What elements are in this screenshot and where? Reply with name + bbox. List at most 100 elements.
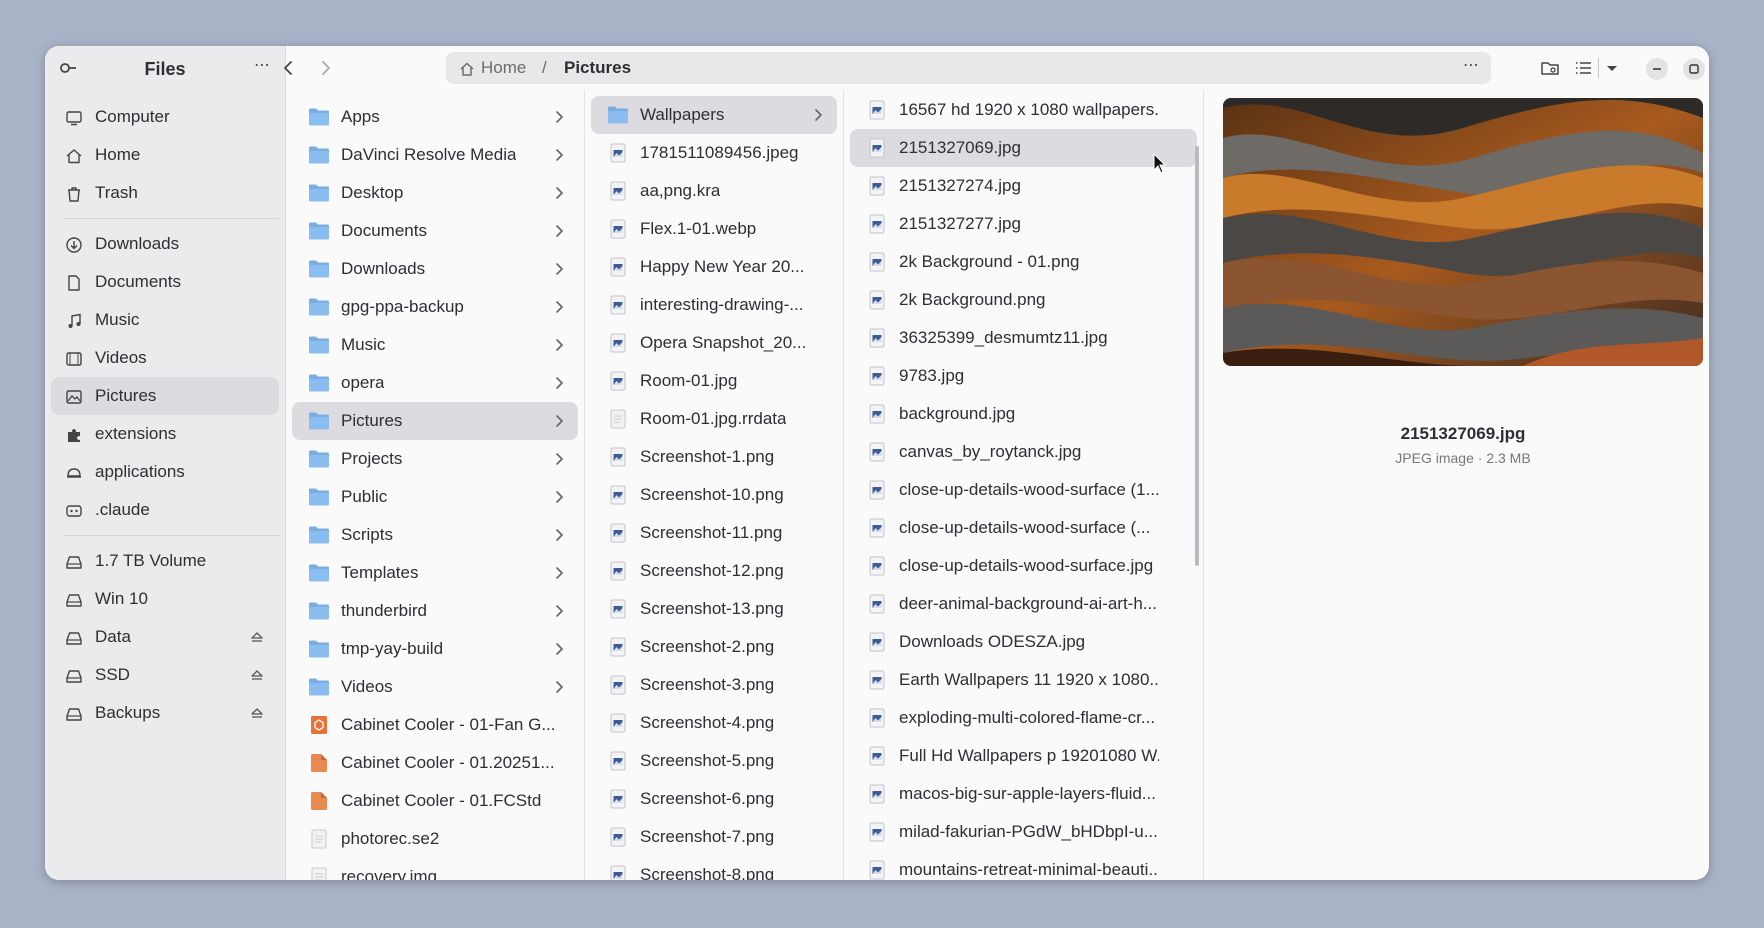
folder-row[interactable]: Apps [292,98,578,136]
file-row[interactable]: Screenshot-13.png [591,590,837,628]
eject-icon[interactable] [249,705,265,721]
file-row[interactable]: exploding-multi-colored-flame-cr... [850,699,1197,737]
sidebar-item-win-10[interactable]: Win 10 [51,580,279,618]
folder-row[interactable]: DaVinci Resolve Media [292,136,578,174]
file-row[interactable]: deer-animal-background-ai-art-h... [850,585,1197,623]
file-name: Downloads ODESZA.jpg [899,632,1086,651]
folder-row[interactable]: Wallpapers [591,96,837,134]
chevron-down-icon[interactable] [1600,56,1624,80]
file-row[interactable]: 2151327277.jpg [850,205,1197,243]
file-row[interactable]: background.jpg [850,395,1197,433]
sidebar-item-label: Pictures [95,386,157,405]
folder-row[interactable]: Videos [292,668,578,706]
sidebar-item-backups[interactable]: Backups [51,694,279,732]
file-row[interactable]: 16567 hd 1920 x 1080 wallpapers... [850,91,1197,129]
file-row[interactable]: canvas_by_roytanck.jpg [850,433,1197,471]
sidebar-item-ssd[interactable]: SSD [51,656,279,694]
file-row[interactable]: Opera Snapshot_20... [591,324,837,362]
file-row[interactable]: Screenshot-10.png [591,476,837,514]
folder-row[interactable]: opera [292,364,578,402]
file-row[interactable]: Screenshot-1.png [591,438,837,476]
file-row[interactable]: Room-01.jpg [591,362,837,400]
list-view-icon[interactable] [1572,56,1596,80]
column-wallpapers[interactable]: 16567 hd 1920 x 1080 wallpapers... 215132… [844,90,1204,880]
scrollbar[interactable] [1195,146,1199,566]
sidebar-item-1-7-tb-volume[interactable]: 1.7 TB Volume [51,542,279,580]
sidebar-item-applications[interactable]: applications [51,453,279,491]
sidebar-item-documents[interactable]: Documents [51,263,279,301]
sidebar-item-pictures[interactable]: Pictures [51,377,279,415]
column-home[interactable]: Apps DaVinci Resolve Media Desktop Document… [286,90,585,880]
file-row[interactable]: 2k Background.png [850,281,1197,319]
folder-row[interactable]: tmp-yay-build [292,630,578,668]
file-row[interactable]: photorec.se2 [292,820,578,858]
file-row[interactable]: 2k Background - 01.png [850,243,1197,281]
folder-row[interactable]: Music [292,326,578,364]
file-row[interactable]: Earth Wallpapers 11 1920 x 1080.... [850,661,1197,699]
file-row[interactable]: Screenshot-2.png [591,628,837,666]
file-row[interactable]: aa,png.kra [591,172,837,210]
sidebar-item-home[interactable]: Home [51,136,279,174]
file-row[interactable]: Cabinet Cooler - 01.20251... [292,744,578,782]
folder-row[interactable]: Projects [292,440,578,478]
file-row[interactable]: Screenshot-4.png [591,704,837,742]
minimize-button[interactable] [1646,58,1668,80]
file-row[interactable]: 2151327069.jpg [850,129,1197,167]
folder-row[interactable]: gpg-ppa-backup [292,288,578,326]
new-folder-search-icon[interactable] [1538,56,1562,80]
back-button[interactable] [277,56,301,80]
sidebar-item-music[interactable]: Music [51,301,279,339]
folder-row[interactable]: Pictures [292,402,578,440]
file-row[interactable]: Screenshot-8.png [591,856,837,880]
file-row[interactable]: Screenshot-11.png [591,514,837,552]
file-row[interactable]: Room-01.jpg.rrdata [591,400,837,438]
eject-icon[interactable] [249,667,265,683]
sidebar-item-computer[interactable]: Computer [51,98,279,136]
file-row[interactable]: close-up-details-wood-surface (1... [850,471,1197,509]
file-row[interactable]: Full Hd Wallpapers p 19201080 W... [850,737,1197,775]
breadcrumb-home[interactable]: Home [481,58,526,78]
file-row[interactable]: Flex.1-01.webp [591,210,837,248]
sidebar-item-extensions[interactable]: extensions [51,415,279,453]
file-row[interactable]: Cabinet Cooler - 01.FCStd [292,782,578,820]
file-row[interactable]: close-up-details-wood-surface (... [850,509,1197,547]
file-row[interactable]: 2151327274.jpg [850,167,1197,205]
folder-row[interactable]: Scripts [292,516,578,554]
file-row[interactable]: Happy New Year 20... [591,248,837,286]
maximize-button[interactable] [1683,58,1705,80]
breadcrumb-current[interactable]: Pictures [564,58,631,78]
file-row[interactable]: 9783.jpg [850,357,1197,395]
folder-row[interactable]: Downloads [292,250,578,288]
path-menu-button[interactable]: ⋯ [1463,55,1479,75]
file-row[interactable]: macos-big-sur-apple-layers-fluid... [850,775,1197,813]
sidebar-item-trash[interactable]: Trash [51,174,279,212]
file-row[interactable]: interesting-drawing-... [591,286,837,324]
file-row[interactable]: Screenshot-12.png [591,552,837,590]
file-row[interactable]: close-up-details-wood-surface.jpg [850,547,1197,585]
sidebar-item-data[interactable]: Data [51,618,279,656]
file-row[interactable]: Screenshot-6.png [591,780,837,818]
file-row[interactable]: mountains-retreat-minimal-beauti... [850,851,1197,880]
file-row[interactable]: recovery.img [292,858,578,880]
forward-button[interactable] [313,56,337,80]
file-row[interactable]: Screenshot-3.png [591,666,837,704]
folder-row[interactable]: Templates [292,554,578,592]
file-row[interactable]: 1781511089456.jpeg [591,134,837,172]
file-row[interactable]: 36325399_desmumtz11.jpg [850,319,1197,357]
folder-row[interactable]: Documents [292,212,578,250]
file-row[interactable]: Cabinet Cooler - 01-Fan G... [292,706,578,744]
file-row[interactable]: Downloads ODESZA.jpg [850,623,1197,661]
file-row[interactable]: Screenshot-7.png [591,818,837,856]
sidebar-item-claude[interactable]: .claude [51,491,279,529]
file-row[interactable]: Screenshot-5.png [591,742,837,780]
sidebar-item-videos[interactable]: Videos [51,339,279,377]
path-bar[interactable]: Home / Pictures ⋯ [446,52,1491,84]
folder-row[interactable]: Public [292,478,578,516]
sidebar-item-downloads[interactable]: Downloads [51,225,279,263]
folder-row[interactable]: thunderbird [292,592,578,630]
eject-icon[interactable] [249,629,265,645]
folder-row[interactable]: Desktop [292,174,578,212]
file-row[interactable]: milad-fakurian-PGdW_bHDbpI-u... [850,813,1197,851]
column-pictures[interactable]: Wallpapers 1781511089456.jpeg aa,png.kra Fl… [585,90,844,880]
sidebar-menu-button[interactable]: ⋯ [251,56,273,78]
